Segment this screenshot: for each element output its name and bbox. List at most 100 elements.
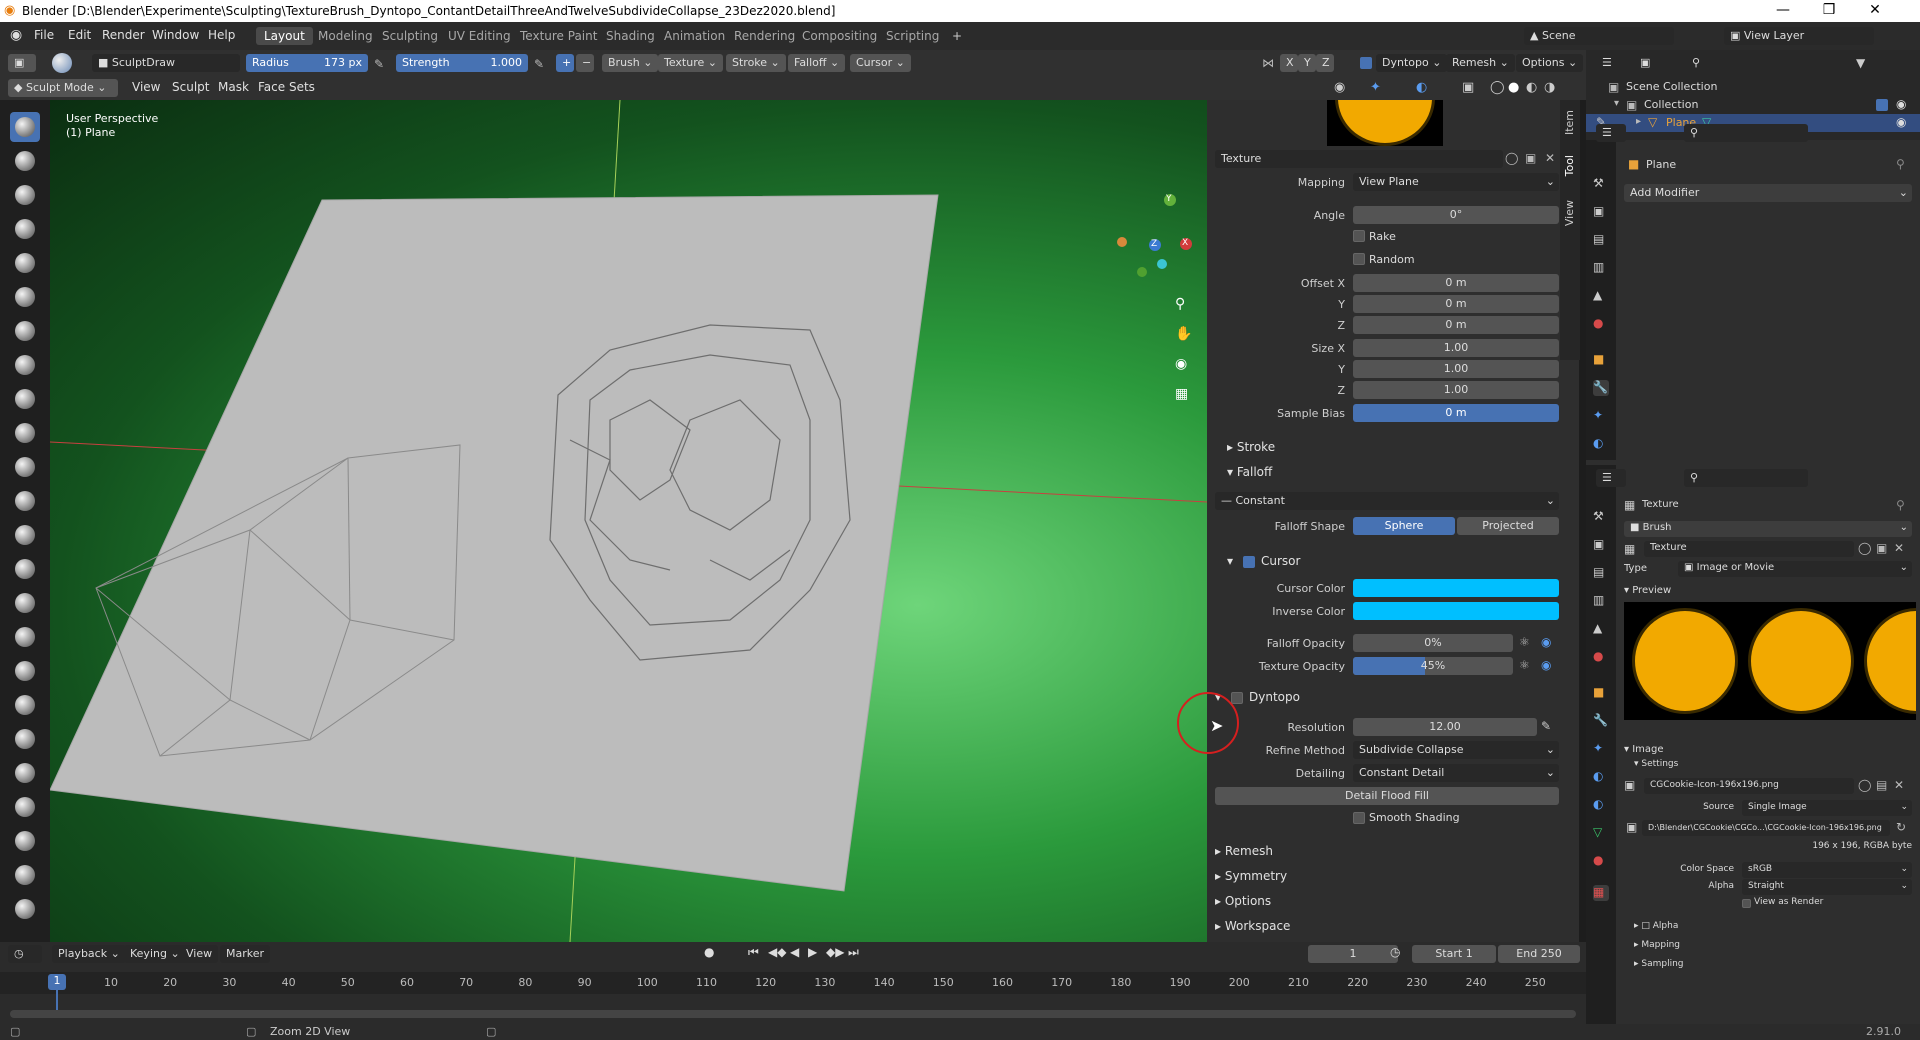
size-x-field[interactable]: 1.00 <box>1353 339 1559 357</box>
texture-datablock-name[interactable]: Texture <box>1644 541 1854 557</box>
pan-hand-icon[interactable]: ✋ <box>1175 326 1192 342</box>
tool-pinch[interactable] <box>10 588 40 618</box>
eyedropper-icon[interactable]: ✎ <box>1541 719 1551 733</box>
mapping-subsection-header[interactable]: ▸ Mapping <box>1634 940 1680 950</box>
scene-collection-label[interactable]: Scene Collection <box>1626 80 1717 93</box>
tool-fill[interactable] <box>10 486 40 516</box>
tab-layout[interactable]: Layout <box>256 27 313 45</box>
tool-flatten[interactable] <box>10 452 40 482</box>
constraints-props-icon[interactable]: ◐ <box>1593 797 1609 813</box>
next-keyframe-icon[interactable]: ◆▶ <box>826 945 844 959</box>
smooth-shading-checkbox[interactable] <box>1353 812 1365 824</box>
image-unlink-icon[interactable]: ✕ <box>1894 778 1904 792</box>
offset-x-field[interactable]: 0 m <box>1353 274 1559 292</box>
texture-opacity-eye-icon[interactable]: ◉ <box>1541 658 1551 672</box>
camera-view-icon[interactable]: ◉ <box>1175 356 1187 372</box>
mapping-dropdown[interactable]: View Plane ⌄ <box>1353 173 1559 191</box>
falloff-shape-projected-button[interactable]: Projected <box>1457 517 1559 535</box>
direction-subtract-button[interactable]: − <box>576 54 594 72</box>
tool-draw[interactable] <box>10 112 40 142</box>
material-shading-icon[interactable]: ◐ <box>1526 80 1537 95</box>
prev-keyframe-icon[interactable]: ◀◆ <box>768 945 786 959</box>
plane-visibility-eye-icon[interactable]: ◉ <box>1896 115 1906 129</box>
stroke-menu[interactable]: Stroke <box>726 54 786 72</box>
image-datablock-name[interactable]: CGCookie-Icon-196x196.png <box>1644 778 1854 794</box>
collection-visibility-eye-icon[interactable]: ◉ <box>1896 97 1906 111</box>
tool-clay-strips[interactable] <box>10 214 40 244</box>
menu-window[interactable]: Window <box>152 28 199 42</box>
viewport-menu-view[interactable]: View <box>132 80 160 94</box>
radius-slider[interactable]: Radius 173 px <box>246 54 368 72</box>
tab-item[interactable]: Item <box>1563 110 1576 135</box>
object-props-icon[interactable]: ■ <box>1593 685 1609 701</box>
size-z-field[interactable]: 1.00 <box>1353 381 1559 399</box>
alpha-subsection-header[interactable]: ▸ □ Alpha <box>1634 921 1678 931</box>
strength-pressure-icon[interactable]: ✎ <box>534 57 544 71</box>
cursor-menu[interactable]: Cursor <box>850 54 911 72</box>
viewport-menu-mask[interactable]: Mask <box>218 80 249 94</box>
radius-pressure-icon[interactable]: ✎ <box>374 57 384 71</box>
tool-rotate[interactable] <box>10 826 40 856</box>
duplicate-texture-icon[interactable]: ▣ <box>1525 151 1536 165</box>
tab-view[interactable]: View <box>1563 200 1576 226</box>
unlink-icon[interactable]: ✕ <box>1894 541 1904 555</box>
tab-tool[interactable]: Tool <box>1563 155 1576 176</box>
clock-icon[interactable]: ◷ <box>1390 945 1400 959</box>
texture-opacity-slider[interactable]: 45% <box>1353 657 1513 675</box>
brush-name-field[interactable]: ■ SculptDraw <box>92 54 240 72</box>
dyntopo-panel-checkbox[interactable] <box>1231 692 1243 704</box>
view-layer-props-icon[interactable]: ▥ <box>1593 593 1609 609</box>
object-props-icon[interactable]: ■ <box>1593 352 1609 368</box>
tool-blob[interactable] <box>10 350 40 380</box>
play-icon[interactable]: ▶ <box>808 945 817 959</box>
strength-slider[interactable]: Strength 1.000 <box>396 54 528 72</box>
render-props-icon[interactable]: ▣ <box>1593 537 1609 553</box>
view-as-render-checkbox[interactable] <box>1742 899 1751 908</box>
visibility-icon[interactable]: ◉ <box>1334 80 1345 95</box>
particles-props-icon[interactable]: ✦ <box>1593 741 1609 757</box>
tab-uv-editing[interactable]: UV Editing <box>440 27 519 45</box>
pin-icon[interactable]: ⚲ <box>1896 498 1905 512</box>
outliner-editor-type-icon[interactable]: ☰ <box>1596 54 1626 72</box>
options-section-header[interactable]: ▸ Options <box>1215 894 1271 908</box>
falloff-shape-sphere-button[interactable]: Sphere <box>1353 517 1455 535</box>
remesh-section-header[interactable]: ▸ Remesh <box>1215 844 1273 858</box>
dyntopo-checkbox[interactable] <box>1360 57 1372 69</box>
stroke-section-header[interactable]: ▸ Stroke <box>1227 440 1275 454</box>
view-layer-props-icon[interactable]: ▥ <box>1593 260 1609 276</box>
overlay-toggle-icon[interactable]: ◐ <box>1416 80 1427 95</box>
zoom-icon[interactable]: ⚲ <box>1175 296 1185 312</box>
texture-datablock-field[interactable]: Texture <box>1215 150 1503 168</box>
image-browse-icon[interactable]: ▣ <box>1624 778 1635 792</box>
gizmo-neg-z-dot[interactable] <box>1157 259 1167 269</box>
brush-preview-icon[interactable] <box>52 53 72 73</box>
texture-editor-type-icon[interactable]: ☰ <box>1596 469 1626 487</box>
scene-props-icon[interactable]: ▲ <box>1593 288 1609 304</box>
falloff-menu[interactable]: Falloff <box>788 54 846 72</box>
resolution-field[interactable]: 12.00 <box>1353 718 1537 736</box>
tab-scripting[interactable]: Scripting <box>878 27 947 45</box>
options-menu[interactable]: Options <box>1516 54 1584 72</box>
3d-viewport[interactable]: User Perspective (1) Plane X Y Z ⚲ ✋ ◉ ▦ <box>50 100 1207 942</box>
maximize-button[interactable]: ❒ <box>1806 2 1852 18</box>
blender-menu-icon[interactable]: ◉ <box>10 27 22 43</box>
color-space-dropdown[interactable]: sRGB ⌄ <box>1742 862 1912 878</box>
jump-end-icon[interactable]: ⏭ <box>848 945 859 960</box>
output-props-icon[interactable]: ▤ <box>1593 232 1609 248</box>
reload-icon[interactable]: ↻ <box>1896 820 1906 834</box>
physics-props-icon[interactable]: ◐ <box>1593 769 1609 785</box>
viewport-menu-face-sets[interactable]: Face Sets <box>258 80 315 94</box>
settings-section-header[interactable]: ▾ Settings <box>1634 759 1678 769</box>
source-dropdown[interactable]: Single Image ⌄ <box>1742 800 1912 816</box>
outliner-display-mode-icon[interactable]: ▣ <box>1634 54 1664 72</box>
xray-toggle-icon[interactable]: ▣ <box>1462 80 1474 95</box>
add-workspace-icon[interactable]: + <box>944 27 970 45</box>
scene-selector[interactable]: ▲ Scene <box>1524 27 1674 45</box>
viewport-menu-sculpt[interactable]: Sculpt <box>172 80 209 94</box>
tool-pose[interactable] <box>10 758 40 788</box>
solid-shading-icon[interactable]: ● <box>1508 80 1519 95</box>
symmetry-x-toggle[interactable]: X <box>1280 54 1298 72</box>
tool-props-icon[interactable]: ⚒ <box>1593 509 1609 525</box>
unlink-texture-icon[interactable]: ✕ <box>1545 151 1555 165</box>
rendered-shading-icon[interactable]: ◑ <box>1544 80 1555 95</box>
